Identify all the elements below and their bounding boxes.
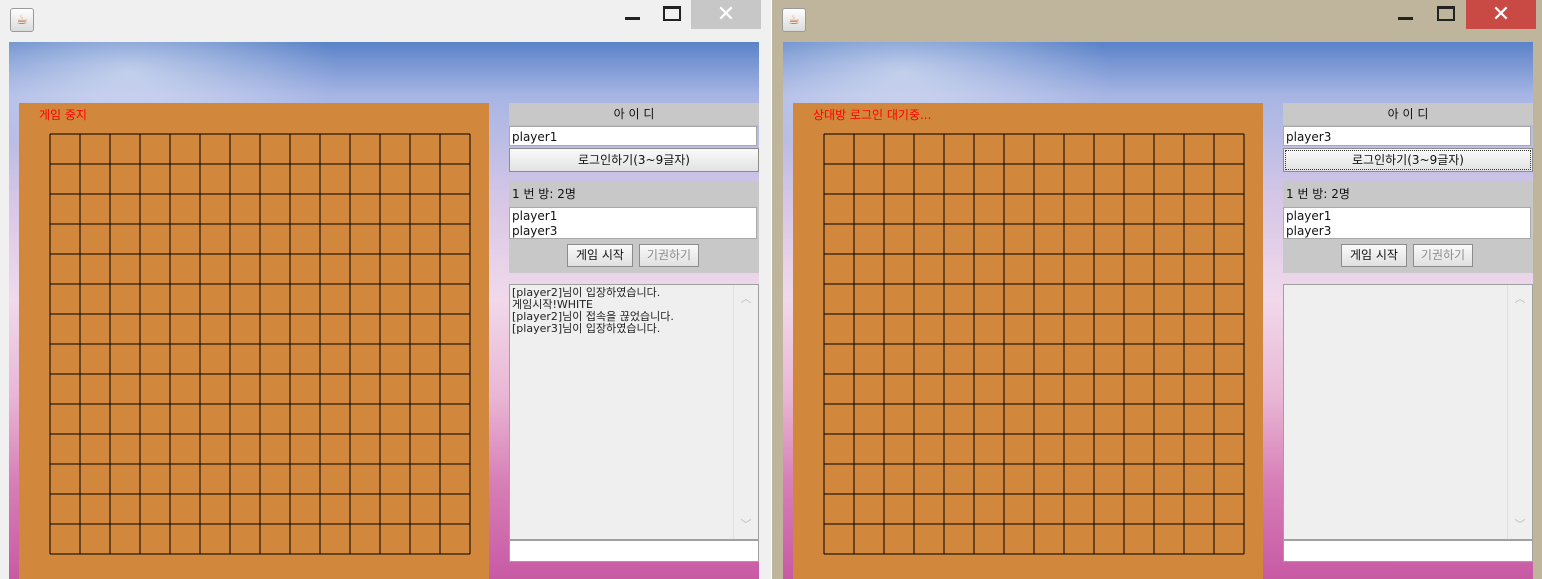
chevron-down-icon[interactable]: ﹀ — [740, 519, 752, 531]
go-board[interactable] — [823, 133, 1245, 555]
chat-log[interactable]: [player2]님이 입장하였습니다. 게임시작!WHITE [player2… — [509, 284, 759, 540]
java-cup-icon[interactable]: ☕ — [10, 8, 34, 32]
java-cup-icon[interactable]: ☕ — [782, 8, 806, 32]
surrender-button[interactable]: 기권하기 — [639, 244, 699, 267]
minimize-button[interactable] — [1390, 0, 1420, 29]
surrender-button[interactable]: 기권하기 — [1413, 244, 1473, 267]
room-label: 1 번 방: 2명 — [1286, 187, 1350, 201]
minimize-button[interactable] — [617, 0, 647, 29]
chat-input[interactable] — [1283, 540, 1533, 562]
user-list[interactable]: player1 player3 — [1283, 207, 1531, 239]
status-label: 상대방 로그인 대기중... — [813, 108, 932, 122]
start-game-button[interactable]: 게임 시작 — [1341, 244, 1407, 267]
board-panel: 게임 중지 — [19, 103, 489, 579]
list-item[interactable]: player1 — [1286, 209, 1528, 224]
content-pane: 게임 중지 아 이 디 player1 로그인하기(3~9글자) 1 번 방: … — [9, 42, 759, 579]
chat-line: [player3]님이 입장하였습니다. — [512, 322, 661, 335]
list-item[interactable]: player3 — [512, 224, 754, 239]
chevron-up-icon[interactable]: ︿ — [1514, 293, 1526, 305]
login-button[interactable]: 로그인하기(3~9글자) — [509, 148, 759, 172]
chevron-down-icon[interactable]: ﹀ — [1514, 519, 1526, 531]
login-button[interactable]: 로그인하기(3~9글자) — [1283, 148, 1533, 172]
close-button[interactable]: ✕ — [1466, 0, 1536, 29]
chat-log[interactable]: ︿ ﹀ — [1283, 284, 1533, 540]
list-item[interactable]: player3 — [1286, 224, 1528, 239]
id-label: 아 이 디 — [509, 103, 759, 125]
id-input[interactable]: player3 — [1283, 126, 1531, 146]
content-pane: 상대방 로그인 대기중... 아 이 디 player3 로그인하기(3~9글자… — [783, 42, 1533, 579]
maximize-button[interactable] — [1431, 0, 1461, 29]
id-input[interactable]: player1 — [509, 126, 757, 146]
game-window-1: ☕ ✕ 게임 중지 아 이 디 player1 로그인하기(3~9글자) 1 번… — [0, 0, 771, 579]
room-panel: 1 번 방: 2명 player1 player3 게임 시작 기권하기 — [509, 181, 759, 273]
id-label: 아 이 디 — [1283, 103, 1533, 125]
board-panel: 상대방 로그인 대기중... — [793, 103, 1263, 579]
close-button[interactable]: ✕ — [691, 0, 761, 29]
title-bar[interactable]: ☕ ✕ — [772, 0, 1542, 40]
game-window-2: ☕ ✕ 상대방 로그인 대기중... 아 이 디 player3 로그인하기(3… — [772, 0, 1542, 579]
maximize-button[interactable] — [657, 0, 687, 29]
close-icon: ✕ — [716, 2, 736, 27]
go-board[interactable] — [49, 133, 471, 555]
status-label: 게임 중지 — [39, 108, 87, 122]
chat-input[interactable] — [509, 540, 759, 562]
start-game-button[interactable]: 게임 시작 — [567, 244, 633, 267]
close-icon: ✕ — [1491, 2, 1511, 27]
room-panel: 1 번 방: 2명 player1 player3 게임 시작 기권하기 — [1283, 181, 1533, 273]
list-item[interactable]: player1 — [512, 209, 754, 224]
chat-scrollbar[interactable]: ︿ ﹀ — [733, 285, 758, 539]
room-label: 1 번 방: 2명 — [512, 187, 576, 201]
chevron-up-icon[interactable]: ︿ — [740, 293, 752, 305]
chat-scrollbar[interactable]: ︿ ﹀ — [1507, 285, 1532, 539]
user-list[interactable]: player1 player3 — [509, 207, 757, 239]
title-bar[interactable]: ☕ ✕ — [0, 0, 771, 40]
